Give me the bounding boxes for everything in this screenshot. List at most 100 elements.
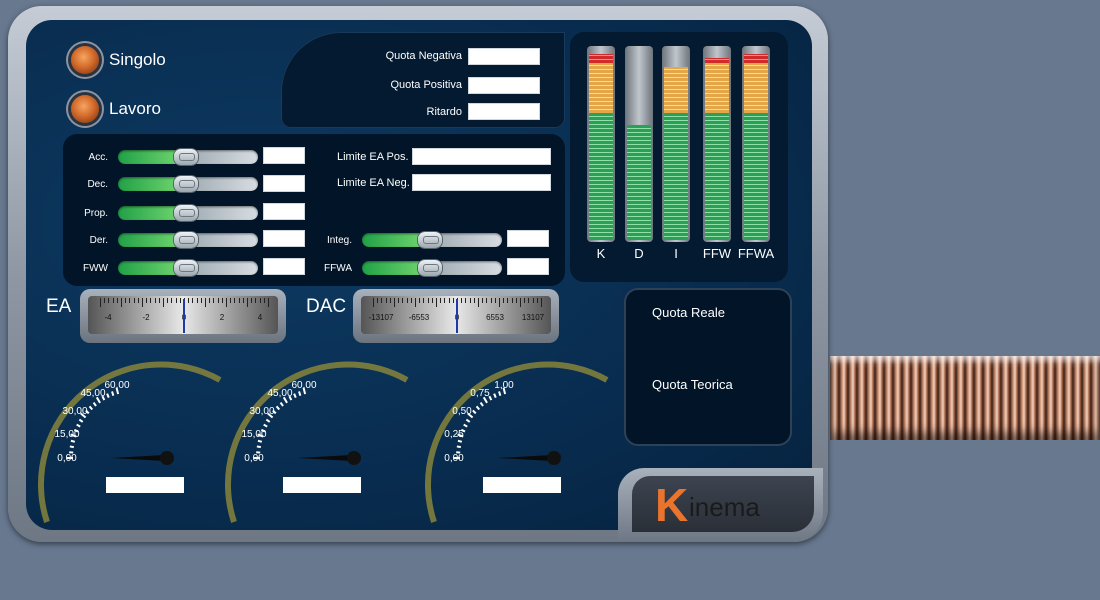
quota-negativa-field[interactable] bbox=[468, 48, 540, 65]
gauge-tick-label: 15,00 bbox=[241, 429, 266, 440]
integ-field[interactable] bbox=[507, 230, 549, 247]
dec-slider-thumb[interactable] bbox=[174, 176, 198, 192]
meter-tick bbox=[108, 298, 110, 303]
integ-slider[interactable] bbox=[362, 232, 502, 248]
dec-field[interactable] bbox=[263, 175, 305, 192]
meter-tick bbox=[116, 298, 118, 303]
acc-slider-thumb[interactable] bbox=[174, 149, 198, 165]
ffwa-field[interactable] bbox=[507, 258, 549, 275]
gauge-1-value-field[interactable] bbox=[106, 477, 184, 493]
singolo-label: Singolo bbox=[109, 50, 166, 69]
fww-slider-thumb[interactable] bbox=[174, 260, 198, 276]
meter-tick bbox=[146, 298, 148, 303]
gain-bar-fill bbox=[705, 113, 729, 240]
fww-field[interactable] bbox=[263, 258, 305, 275]
acc-field[interactable] bbox=[263, 147, 305, 164]
lavoro-indicator-led[interactable] bbox=[71, 95, 99, 123]
meter-tick bbox=[394, 298, 395, 307]
gauge-needle bbox=[298, 455, 352, 461]
dec-label: Dec. bbox=[87, 179, 108, 190]
prop-label: Prop. bbox=[84, 208, 108, 219]
meter-tick bbox=[440, 298, 442, 303]
gain-bar-fill bbox=[589, 113, 613, 240]
gauge-tick bbox=[257, 439, 263, 443]
ritardo-field[interactable] bbox=[468, 103, 540, 120]
gauge-tick-label: 0,00 bbox=[444, 453, 464, 464]
prop-slider[interactable] bbox=[118, 205, 258, 221]
integ-slider-thumb[interactable] bbox=[418, 232, 442, 248]
gauge-tick bbox=[463, 423, 468, 428]
ffwa-slider-thumb[interactable] bbox=[418, 260, 442, 276]
der-slider[interactable] bbox=[118, 232, 258, 248]
meter-tick bbox=[251, 298, 253, 303]
gauge-tick bbox=[279, 401, 284, 407]
der-slider-thumb[interactable] bbox=[174, 232, 198, 248]
gauge-tick bbox=[78, 418, 84, 423]
meter-tick bbox=[129, 298, 131, 303]
dec-slider[interactable] bbox=[118, 176, 258, 192]
gauge-rim bbox=[225, 361, 409, 523]
meter-tick-label: -13107 bbox=[368, 313, 394, 322]
meter-tick bbox=[511, 298, 513, 303]
meter-tick bbox=[541, 298, 542, 307]
meter-tick bbox=[192, 298, 194, 303]
meter-needle bbox=[456, 299, 458, 333]
meter-tick bbox=[436, 298, 437, 307]
limite-ea-neg-field[interactable] bbox=[412, 174, 551, 191]
quota-negativa-label: Quota Negativa bbox=[385, 50, 462, 62]
gain-bar-k bbox=[587, 46, 615, 242]
quota-reale-label: Quota Reale bbox=[652, 305, 725, 320]
acc-slider[interactable] bbox=[118, 149, 258, 165]
meter-tick bbox=[478, 298, 479, 307]
meter-tick bbox=[410, 298, 412, 303]
meter-tick bbox=[213, 298, 215, 303]
gain-bar-alarm-segment bbox=[589, 54, 613, 63]
gain-bar-label: FFWA bbox=[737, 246, 775, 261]
gain-bar-label: I bbox=[674, 246, 678, 261]
fww-slider[interactable] bbox=[118, 260, 258, 276]
gauge-tick bbox=[256, 445, 261, 449]
meter-tick bbox=[431, 298, 433, 303]
quota-positiva-field[interactable] bbox=[468, 77, 540, 94]
gauge-tick bbox=[106, 393, 110, 399]
gauge-tick-label: 60,00 bbox=[104, 380, 129, 391]
meter-tick bbox=[444, 298, 446, 303]
meter-tick-label: -4 bbox=[104, 313, 112, 322]
gauge-3-value-field[interactable] bbox=[483, 477, 561, 493]
meter-tick-label: 2 bbox=[219, 313, 225, 322]
singolo-indicator-led[interactable] bbox=[71, 46, 99, 74]
copper-pipe-graphic bbox=[830, 356, 1100, 440]
gauge-tick-label: 15,00 bbox=[54, 429, 79, 440]
meter-tick bbox=[373, 298, 374, 307]
gauge-tick bbox=[456, 445, 461, 449]
ea-meter-face: -4-2024 bbox=[88, 296, 278, 334]
meter-tick-label: -6553 bbox=[408, 313, 430, 322]
gauge-hub bbox=[347, 451, 361, 465]
gauge-tick bbox=[275, 405, 281, 411]
gauge-needle bbox=[111, 455, 165, 461]
gauge-tick bbox=[472, 409, 477, 415]
gauge-rim bbox=[425, 361, 609, 523]
gain-bar-warning-segment bbox=[589, 63, 613, 113]
meter-tick bbox=[217, 298, 219, 303]
ffwa-slider[interactable] bbox=[362, 260, 502, 276]
gain-bar-ffwa bbox=[742, 46, 770, 242]
gauge-tick-label: 1,00 bbox=[494, 380, 514, 391]
meter-tick bbox=[158, 298, 160, 303]
gauge-2-value-field[interactable] bbox=[283, 477, 361, 493]
prop-slider-thumb[interactable] bbox=[174, 205, 198, 221]
meter-tick bbox=[125, 298, 127, 303]
meter-tick bbox=[427, 298, 429, 303]
limite-ea-pos-field[interactable] bbox=[412, 148, 551, 165]
prop-field[interactable] bbox=[263, 203, 305, 220]
meter-tick bbox=[419, 298, 421, 303]
meter-tick bbox=[209, 298, 211, 303]
meter-tick bbox=[465, 298, 467, 303]
meter-tick bbox=[520, 298, 521, 307]
gain-bar-warning-segment bbox=[705, 63, 729, 113]
der-field[interactable] bbox=[263, 230, 305, 247]
gain-bar-warning-segment bbox=[744, 63, 768, 113]
meter-tick bbox=[524, 298, 526, 303]
meter-tick bbox=[112, 298, 114, 303]
gain-bar-fill bbox=[744, 113, 768, 240]
